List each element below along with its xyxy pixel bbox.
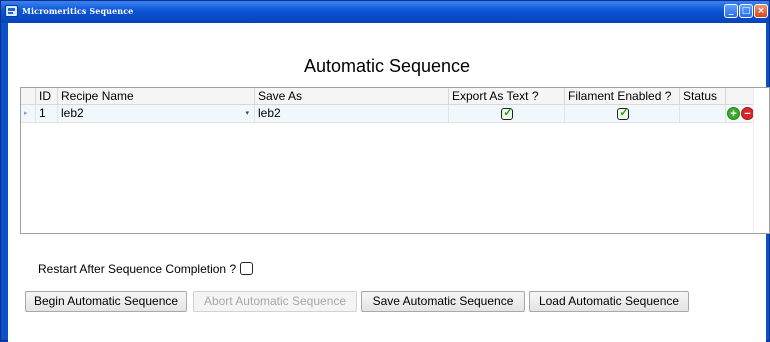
column-header-save-as[interactable]: Save As (254, 88, 448, 104)
app-icon (5, 5, 18, 17)
close-button[interactable]: × (754, 4, 768, 18)
begin-sequence-button[interactable]: Begin Automatic Sequence (25, 291, 187, 312)
restart-checkbox[interactable] (240, 262, 253, 275)
grid-scrollbar[interactable] (753, 88, 769, 233)
abort-sequence-button[interactable]: Abort Automatic Sequence (193, 291, 357, 312)
table-row[interactable]: ▸ 1 leb2 ▾ leb2 ✓ ✓ + − (21, 105, 769, 123)
check-icon: ✓ (503, 107, 513, 119)
row-selector-icon: ▸ (24, 110, 28, 117)
check-icon: ✓ (619, 107, 629, 119)
column-header-recipe-name[interactable]: Recipe Name (57, 88, 254, 104)
column-header-export-as-text[interactable]: Export As Text ? (448, 88, 564, 104)
restart-label: Restart After Sequence Completion ? (38, 262, 237, 276)
export-as-text-checkbox[interactable]: ✓ (501, 107, 513, 120)
maximize-button[interactable]: □ (739, 4, 753, 18)
cell-actions: + − (725, 105, 754, 122)
column-header-status[interactable]: Status (679, 88, 725, 104)
app-window: Micromeritics Sequence _ □ × Automatic S… (0, 0, 770, 342)
grid-header: ID Recipe Name Save As Export As Text ? … (21, 88, 769, 105)
cell-save-as[interactable]: leb2 (254, 105, 448, 122)
recipe-name-combo[interactable]: leb2 ▾ (57, 105, 254, 122)
save-sequence-button[interactable]: Save Automatic Sequence (361, 291, 525, 312)
column-header-filament-enabled[interactable]: Filament Enabled ? (564, 88, 679, 104)
cell-status (679, 105, 725, 122)
sequence-grid: ID Recipe Name Save As Export As Text ? … (20, 87, 770, 234)
page-title: Automatic Sequence (303, 56, 471, 76)
cell-id[interactable]: 1 (35, 105, 57, 122)
load-sequence-button[interactable]: Load Automatic Sequence (529, 291, 689, 312)
cell-export-as-text: ✓ (448, 105, 564, 122)
main-panel: Automatic Sequence ID Recipe Name Save A… (8, 23, 770, 342)
cell-filament-enabled: ✓ (564, 105, 679, 122)
filament-enabled-checkbox[interactable]: ✓ (617, 107, 629, 120)
add-row-icon[interactable]: + (727, 107, 740, 120)
recipe-name-value: leb2 (61, 106, 84, 120)
column-header-actions (725, 88, 753, 104)
title-bar[interactable]: Micromeritics Sequence _ □ × (1, 1, 769, 23)
window-title: Micromeritics Sequence (22, 6, 134, 16)
minimize-button[interactable]: _ (724, 4, 738, 18)
column-header-id[interactable]: ID (35, 88, 57, 104)
chevron-down-icon[interactable]: ▾ (245, 105, 249, 122)
